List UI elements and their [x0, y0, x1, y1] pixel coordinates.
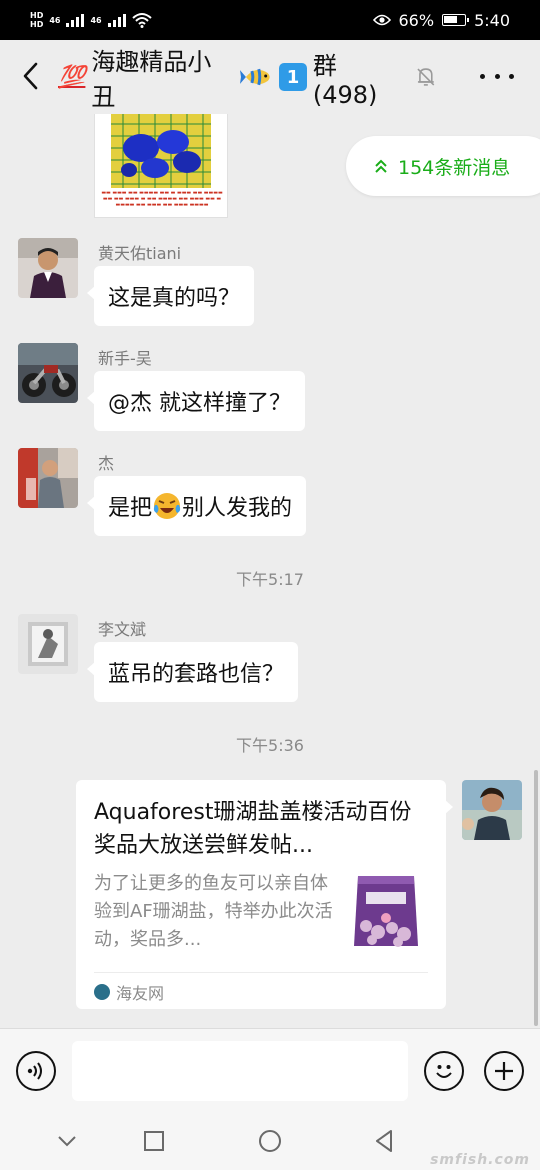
emoji-button[interactable] [424, 1051, 464, 1091]
battery-icon [442, 14, 470, 26]
message-text-after: 别人发我的 [182, 496, 293, 521]
hd-indicator: HD HD [30, 11, 43, 29]
signal-2-icon [107, 13, 126, 27]
input-bar [0, 1028, 540, 1112]
system-navigation-bar: smfish.com [0, 1112, 540, 1170]
message-input[interactable] [72, 1041, 408, 1101]
crying-laughing-emoji-icon [153, 493, 181, 519]
network-1-label: 46 [49, 15, 61, 25]
wifi-icon [131, 13, 152, 28]
eye-comfort-icon [372, 14, 391, 26]
link-card[interactable]: Aquaforest珊湖盐盖楼活动百份奖品大放送尝鲜发帖... 为了让更多的鱼友… [76, 780, 453, 1009]
avatar[interactable] [18, 448, 78, 508]
timestamp: 下午5:17 [236, 570, 304, 589]
new-messages-button[interactable]: 154条新消息 [346, 136, 540, 196]
message-text-before: 是把 [108, 496, 153, 521]
voice-button[interactable] [16, 1051, 56, 1091]
battery-percent: 66% [398, 10, 435, 30]
link-card-description: 为了让更多的鱼友可以亲自体验到AF珊湖盐，特举办此次活动，奖品多... [94, 873, 333, 950]
sender-name: 新手-吴 [98, 349, 152, 368]
clock: 5:40 [474, 10, 510, 30]
link-card-source: 海友网 [94, 980, 164, 1004]
new-messages-label: 154条新消息 [398, 156, 511, 179]
avatar[interactable] [18, 343, 78, 403]
previous-image-message[interactable]: ▬▬ ▬▬▬ ▬▬ ▬▬▬▬ ▬▬ ▬ ▬▬▬ ▬▬ ▬▬▬▬ ▬▬ ▬▬ ▬▬… [94, 114, 228, 218]
avatar[interactable] [18, 238, 78, 298]
recent-apps-icon[interactable] [141, 1128, 167, 1154]
voice-icon [27, 1062, 42, 1080]
back-icon[interactable] [14, 58, 50, 94]
link-card-divider [94, 972, 428, 973]
image-caption-text: ▬▬ ▬▬▬ ▬▬ ▬▬▬▬ ▬▬ ▬ ▬▬▬ ▬▬ ▬▬▬▬ ▬▬ ▬▬ ▬▬… [101, 190, 223, 208]
sender-name: 杰 [98, 454, 115, 473]
chat-title: 💯 海趣精品小丑 1 群(498) [58, 48, 438, 111]
message-list[interactable]: ▬▬ ▬▬▬ ▬▬ ▬▬▬▬ ▬▬ ▬ ▬▬▬ ▬▬ ▬▬▬▬ ▬▬ ▬▬ ▬▬… [0, 114, 540, 1028]
message-bubble[interactable]: @杰 就这样撞了？ [87, 371, 305, 431]
avatar[interactable] [18, 614, 78, 674]
status-bar: HD HD 46 46 66% 5:40 [0, 0, 540, 40]
more-icon[interactable] [480, 64, 514, 88]
chevron-down-icon[interactable] [54, 1128, 80, 1154]
message-text: 这是真的吗？ [108, 286, 241, 311]
timestamp: 下午5:36 [236, 736, 304, 755]
my-avatar[interactable] [462, 780, 522, 840]
emoji-icon [436, 1065, 452, 1078]
signal-1-icon [66, 13, 85, 27]
chat-header: 💯 海趣精品小丑 1 群(498) [0, 40, 540, 114]
double-chevron-up-icon [375, 159, 387, 173]
carrier-2-label: HD [30, 20, 44, 29]
message-bubble[interactable]: 蓝吊的套路也信？ [86, 642, 299, 702]
group-member-count: 群(498) [312, 51, 378, 109]
battery-fill [444, 16, 458, 23]
message-bubble[interactable]: 是把 别人发我的 [86, 476, 307, 536]
plus-icon [495, 1062, 513, 1080]
salt-bag-thumbnail [348, 870, 424, 950]
message-bubble[interactable]: 这是真的吗？ [86, 266, 255, 326]
link-card-title: Aquaforest珊湖盐盖楼活动百份奖品大放送尝鲜发帖... [94, 800, 412, 858]
network-2-label: 46 [90, 15, 102, 25]
carrier-1-label: HD [30, 11, 44, 20]
image-thumbnail [111, 114, 211, 188]
source-name: 海友网 [116, 984, 165, 1003]
tropical-fish-icon [239, 68, 270, 86]
home-icon[interactable] [257, 1128, 283, 1154]
scrollbar[interactable] [534, 770, 538, 1026]
blue-tang-photo [111, 114, 211, 188]
status-right: 66% 5:40 [372, 8, 510, 32]
message-text: 蓝吊的套路也信？ [108, 662, 285, 687]
group-name: 海趣精品小丑 [91, 48, 212, 111]
more-functions-button[interactable] [484, 1051, 524, 1091]
keycap-one-emoji: 1 [279, 63, 307, 91]
message-text: @杰 就这样撞了？ [108, 391, 291, 416]
system-back-icon[interactable] [372, 1128, 398, 1154]
watermark: smfish.com [430, 1152, 530, 1168]
hundred-emoji: 💯 [58, 64, 86, 90]
sender-name: 李文斌 [98, 620, 147, 639]
mute-bell-icon [417, 68, 435, 86]
status-left: HD HD 46 46 [30, 6, 152, 34]
shared-link-message: Aquaforest珊湖盐盖楼活动百份奖品大放送尝鲜发帖... 为了让更多的鱼友… [76, 780, 522, 1010]
sender-name: 黄天佑tiani [98, 244, 182, 263]
source-logo-icon [94, 984, 110, 1000]
